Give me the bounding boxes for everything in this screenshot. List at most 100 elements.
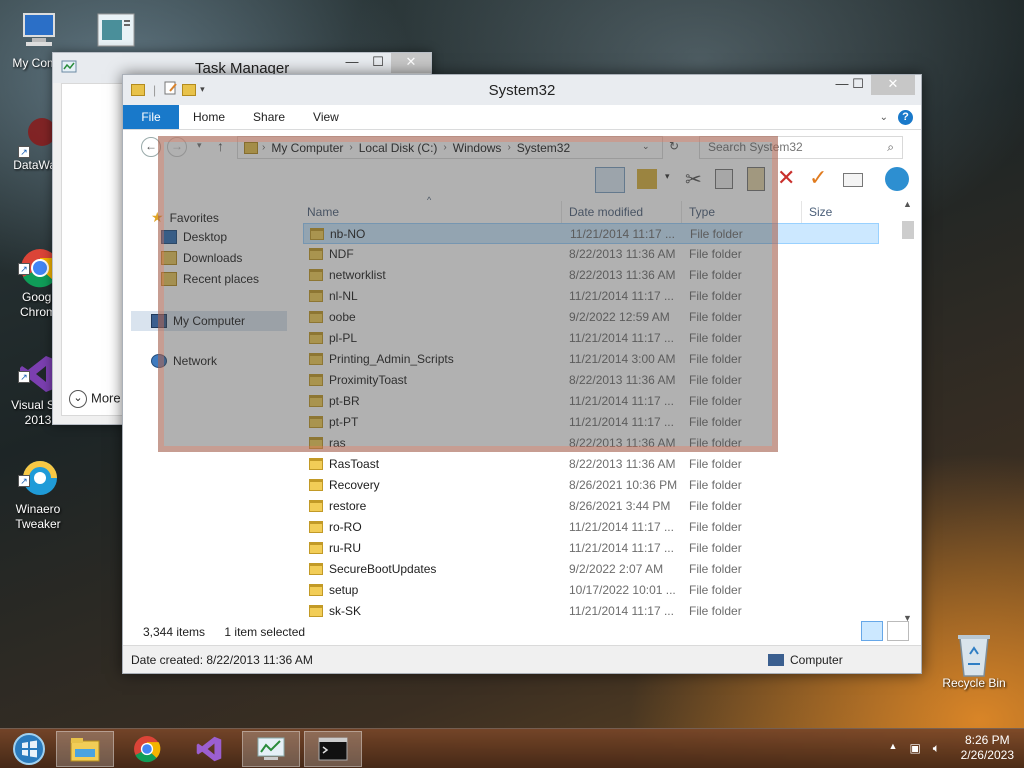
search-icon[interactable]: ⌕ <box>887 140 894 155</box>
tab-view[interactable]: View <box>299 105 353 129</box>
nav-desktop[interactable]: Desktop <box>161 230 227 244</box>
desktop-icon-winaero[interactable]: ↗ Winaero Tweaker <box>0 426 76 547</box>
vertical-scrollbar[interactable]: ▲ ▼ <box>901 199 915 623</box>
tab-home[interactable]: Home <box>179 105 239 129</box>
file-type: File folder <box>689 562 742 576</box>
network-tray-icon[interactable]: ▣ <box>909 741 920 756</box>
help-icon[interactable]: ? <box>898 110 913 125</box>
table-row[interactable]: nl-NL 11/21/2014 11:17 ... File folder <box>303 286 879 307</box>
address-bar[interactable]: › My Computer › Local Disk (C:) › Window… <box>237 136 663 159</box>
nav-network[interactable]: Network <box>151 354 217 368</box>
search-input[interactable] <box>706 137 876 157</box>
address-dropdown-icon[interactable]: ⌄ <box>642 141 650 152</box>
taskbar-file-explorer[interactable] <box>56 731 114 767</box>
delete-icon[interactable]: ✕ <box>777 165 795 191</box>
dropdown-arrow-icon[interactable]: ▾ <box>665 171 670 182</box>
back-button[interactable]: ← <box>141 137 161 157</box>
table-row[interactable]: Recovery 8/26/2021 10:36 PM File folder <box>303 475 879 496</box>
table-row[interactable]: ru-RU 11/21/2014 11:17 ... File folder <box>303 538 879 559</box>
up-arrow-icon[interactable]: ↑ <box>217 138 224 154</box>
column-name[interactable]: Name <box>307 205 339 219</box>
tab-file[interactable]: File <box>123 105 179 129</box>
table-row[interactable]: Printing_Admin_Scripts 11/21/2014 3:00 AM… <box>303 349 879 370</box>
taskbar-chrome[interactable] <box>118 731 176 767</box>
file-name: Recovery <box>329 478 380 492</box>
table-row[interactable]: SecureBootUpdates 9/2/2022 2:07 AM File fo… <box>303 559 879 580</box>
close-button[interactable]: ✕ <box>391 53 431 73</box>
table-row[interactable]: RasToast 8/22/2013 11:36 AM File folder <box>303 454 879 475</box>
nav-recent-places[interactable]: Recent places <box>161 272 259 286</box>
nav-my-computer[interactable]: My Computer <box>131 311 287 331</box>
explorer-window[interactable]: | ▾ System32 — ☐ ✕ File Home Share View … <box>122 74 922 674</box>
file-name: Printing_Admin_Scripts <box>329 352 454 366</box>
table-row[interactable]: ro-RO 11/21/2014 11:17 ... File folder <box>303 517 879 538</box>
more-details-button[interactable]: ⌄ More <box>69 390 121 408</box>
clock[interactable]: 8:26 PM 2/26/2023 <box>961 733 1014 763</box>
table-row[interactable]: restore 8/26/2021 3:44 PM File folder <box>303 496 879 517</box>
minimize-button[interactable]: — <box>339 53 365 73</box>
file-name: setup <box>329 583 359 597</box>
breadcrumb-system32[interactable]: System32 <box>511 141 576 155</box>
table-row[interactable]: pt-PT 11/21/2014 11:17 ... File folder <box>303 412 879 433</box>
table-row[interactable]: NDF 8/22/2013 11:36 AM File folder <box>303 244 879 265</box>
taskbar-visual-studio[interactable] <box>180 731 238 767</box>
maximize-button[interactable]: ☐ <box>365 53 391 73</box>
table-row[interactable]: nb-NO 11/21/2014 11:17 ... File folder <box>303 223 879 244</box>
breadcrumb-my-computer[interactable]: My Computer <box>265 141 349 155</box>
volume-icon[interactable]: 🔈︎ <box>933 741 940 756</box>
file-name: ru-RU <box>329 541 361 555</box>
column-divider[interactable] <box>681 201 682 223</box>
file-type: File folder <box>689 520 742 534</box>
search-box[interactable]: ⌕ <box>699 136 903 159</box>
copy-icon[interactable] <box>715 169 733 189</box>
table-row[interactable]: networklist 8/22/2013 11:36 AM File folder <box>303 265 879 286</box>
desktop-icon-recycle-bin[interactable]: Recycle Bin <box>936 630 1012 691</box>
start-button[interactable] <box>0 731 58 767</box>
file-type: File folder <box>689 394 742 408</box>
cut-icon[interactable]: ✂ <box>685 167 702 192</box>
column-date-modified[interactable]: Date modified <box>569 205 643 219</box>
expand-ribbon-icon[interactable]: ⌄ <box>880 112 888 123</box>
column-type[interactable]: Type <box>689 205 715 219</box>
recent-locations-icon[interactable]: ▾ <box>197 140 202 151</box>
column-size[interactable]: Size <box>809 205 832 219</box>
scroll-up-icon[interactable]: ▲ <box>903 199 912 209</box>
tab-share[interactable]: Share <box>239 105 299 129</box>
desktop-icon-window[interactable] <box>78 10 154 56</box>
column-divider[interactable] <box>561 201 562 223</box>
globe-icon[interactable] <box>885 167 909 191</box>
taskbar-task-manager[interactable] <box>242 731 300 767</box>
file-date-modified: 8/26/2021 3:44 PM <box>569 499 671 513</box>
computer-icon <box>151 314 167 328</box>
folder-options-icon[interactable] <box>637 169 657 189</box>
file-type: File folder <box>689 310 742 324</box>
item-count: 3,344 items <box>143 625 206 639</box>
show-hidden-icons-icon[interactable]: ▲ <box>889 741 898 756</box>
scrollbar-thumb[interactable] <box>902 221 914 239</box>
breadcrumb-local-disk[interactable]: Local Disk (C:) <box>353 141 444 155</box>
checkmark-icon[interactable]: ✓ <box>809 165 827 191</box>
maximize-button[interactable]: ☐ <box>845 75 871 95</box>
taskbar-command-prompt[interactable] <box>304 731 362 767</box>
table-row[interactable]: sk-SK 11/21/2014 11:17 ... File folder <box>303 601 879 622</box>
table-row[interactable]: ProximityToast 8/22/2013 11:36 AM File fol… <box>303 370 879 391</box>
desktop-icon-label: Winaero Tweaker <box>15 502 61 531</box>
explorer-titlebar[interactable]: | ▾ System32 — ☐ ✕ <box>123 75 921 105</box>
rename-icon[interactable] <box>843 173 863 187</box>
nav-favorites[interactable]: ★ Favorites <box>151 209 219 226</box>
refresh-icon[interactable]: ↻ <box>669 139 679 153</box>
table-row[interactable]: pt-BR 11/21/2014 11:17 ... File folder <box>303 391 879 412</box>
column-divider[interactable] <box>801 201 802 223</box>
table-row[interactable]: pl-PL 11/21/2014 11:17 ... File folder <box>303 328 879 349</box>
large-icons-view-icon[interactable] <box>887 621 909 641</box>
nav-downloads[interactable]: Downloads <box>161 251 242 265</box>
breadcrumb-windows[interactable]: Windows <box>447 141 508 155</box>
close-button[interactable]: ✕ <box>871 75 915 95</box>
table-row[interactable]: ras 8/22/2013 11:36 AM File folder <box>303 433 879 454</box>
paste-icon[interactable] <box>747 167 765 191</box>
details-view-icon[interactable] <box>861 621 883 641</box>
preview-pane-icon[interactable] <box>595 167 625 193</box>
table-row[interactable]: setup 10/17/2022 10:01 ... File folder <box>303 580 879 601</box>
table-row[interactable]: oobe 9/2/2022 12:59 AM File folder <box>303 307 879 328</box>
forward-button[interactable]: → <box>167 137 187 157</box>
